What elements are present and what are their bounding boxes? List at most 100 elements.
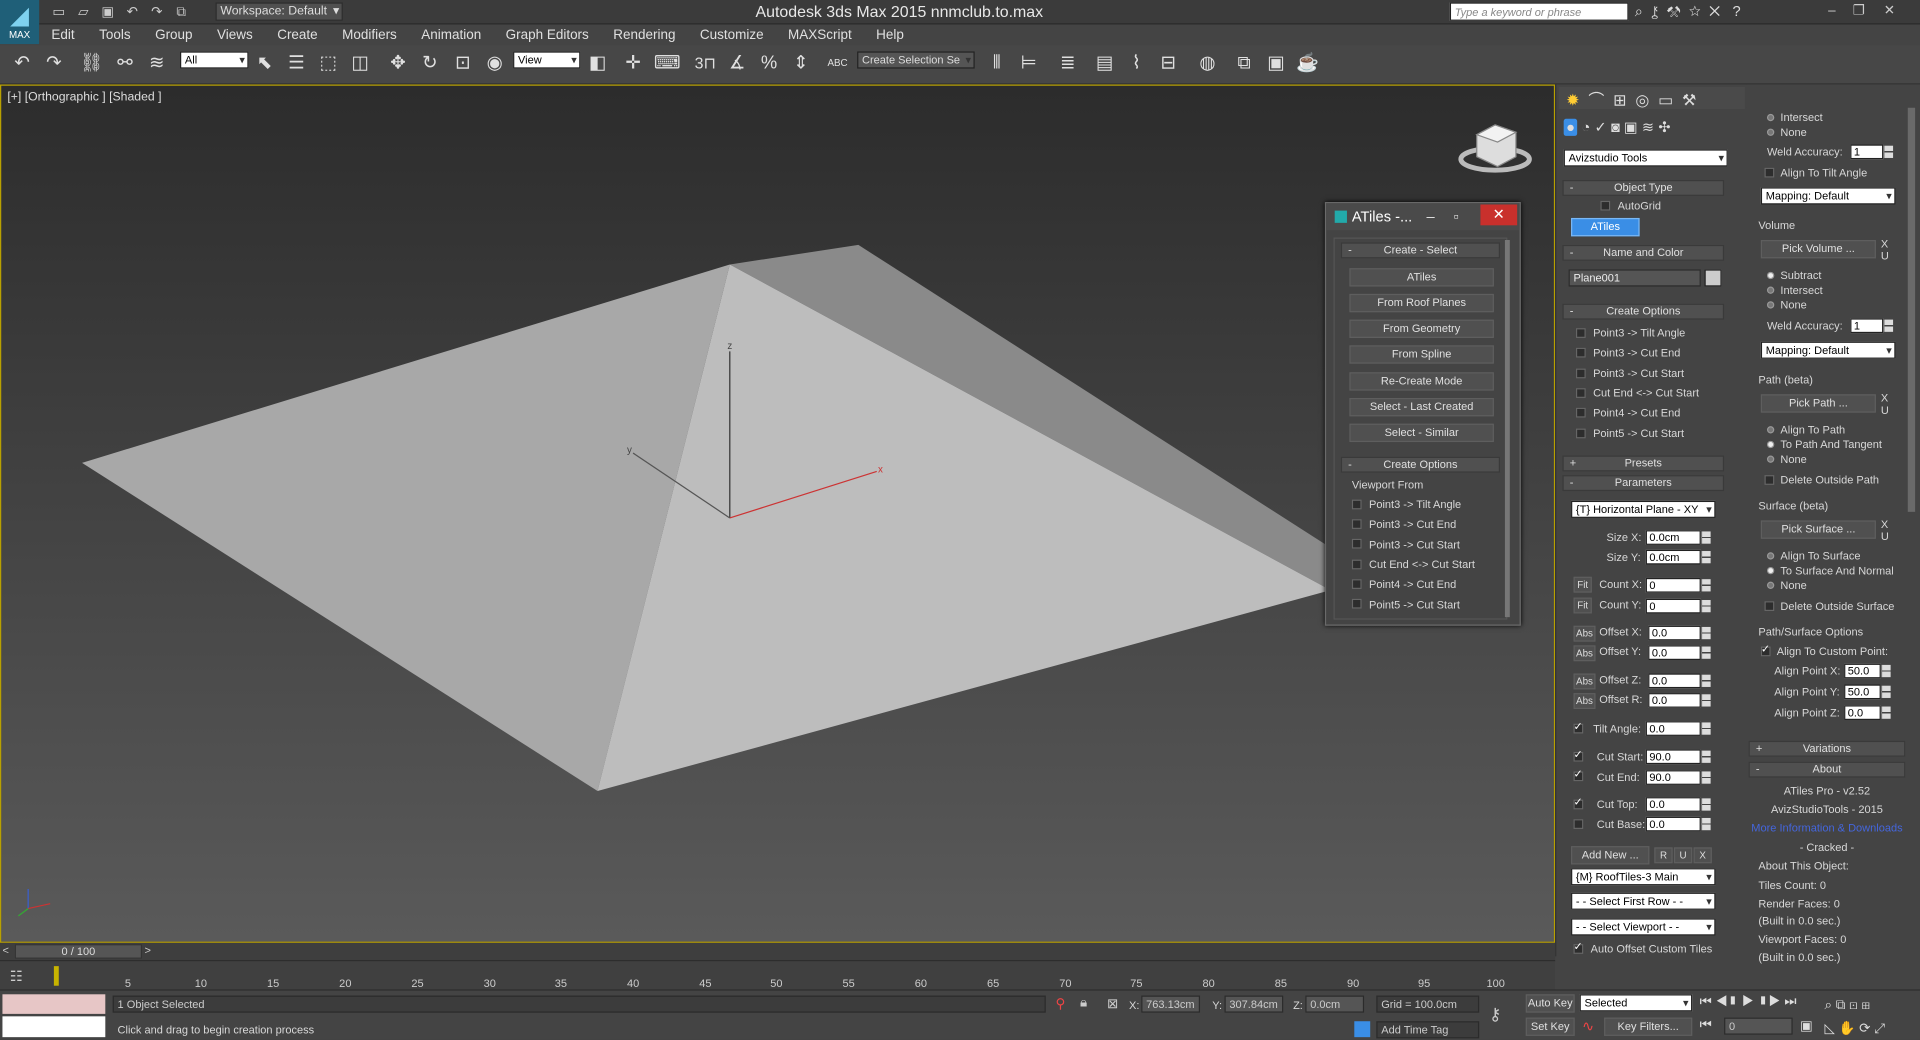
- workspace-dropdown[interactable]: Workspace: Default ▾: [215, 2, 343, 21]
- auto-key-button[interactable]: Auto Key: [1525, 994, 1575, 1013]
- auto-offset-checkbox[interactable]: [1573, 940, 1584, 954]
- default-tangents-icon[interactable]: ∿: [1582, 1018, 1594, 1035]
- opt-checkbox[interactable]: [1351, 579, 1362, 589]
- y-coord-field[interactable]: 307.84cm: [1224, 995, 1284, 1013]
- material-editor-icon[interactable]: ◍: [1195, 51, 1219, 75]
- curve-editor-icon[interactable]: ⌇: [1124, 51, 1148, 75]
- hierarchy-tab-icon[interactable]: ⊞: [1613, 91, 1626, 109]
- tilt-angle-checkbox[interactable]: [1573, 720, 1584, 734]
- add-time-tag-button[interactable]: Add Time Tag: [1376, 1021, 1480, 1039]
- none-radio[interactable]: [1766, 581, 1775, 589]
- menu-maxscript[interactable]: MAXScript: [788, 28, 852, 43]
- go-to-end-icon[interactable]: ⏭: [1784, 994, 1796, 1009]
- x-coord-field[interactable]: 763.13cm: [1141, 995, 1201, 1013]
- offset-y-spinner[interactable]: 0.0: [1648, 645, 1711, 661]
- opt-checkbox[interactable]: [1351, 559, 1362, 570]
- menu-rendering[interactable]: Rendering: [613, 28, 675, 43]
- current-frame-field[interactable]: 0: [1724, 1017, 1793, 1035]
- cut-top-checkbox[interactable]: [1573, 796, 1584, 810]
- panel-scrollbar[interactable]: [1907, 107, 1916, 512]
- time-next-arrow[interactable]: >: [144, 944, 150, 956]
- pick-volume-button[interactable]: Pick Volume ...: [1760, 240, 1876, 259]
- select-last-created-button[interactable]: Select - Last Created: [1349, 397, 1494, 417]
- select-first-row-dropdown[interactable]: - - Select First Row - -: [1571, 892, 1716, 910]
- align-path-radio[interactable]: [1766, 426, 1775, 434]
- current-frame-marker[interactable]: [53, 966, 59, 986]
- cut-start-checkbox[interactable]: [1573, 748, 1584, 762]
- star-icon[interactable]: ☆: [1689, 2, 1701, 19]
- mirror-icon[interactable]: ⫴: [984, 51, 1008, 75]
- rollout-create-options[interactable]: - Create Options: [1340, 456, 1501, 473]
- align-surface-radio[interactable]: [1766, 552, 1775, 560]
- redo-icon[interactable]: ↷: [148, 4, 165, 21]
- align-point-y-spinner[interactable]: 50.0: [1844, 684, 1891, 700]
- rollout-about[interactable]: - About: [1748, 761, 1906, 778]
- cp-option-checkbox[interactable]: [1575, 368, 1586, 379]
- count-y-spinner[interactable]: 0: [1645, 598, 1711, 614]
- graphite-toggle-icon[interactable]: ▤: [1092, 51, 1116, 75]
- dialog-minimize-button[interactable]: –: [1427, 203, 1435, 230]
- isolate-icon[interactable]: ⚲: [1056, 996, 1066, 1012]
- tilt-angle-spinner[interactable]: 0.0: [1645, 721, 1711, 736]
- time-tag-icon[interactable]: [1354, 1021, 1371, 1038]
- preset-u-button[interactable]: U: [1673, 847, 1693, 864]
- select-and-manipulate-icon[interactable]: ✛: [621, 51, 645, 75]
- set-key-icon[interactable]: ⚷: [1489, 1004, 1502, 1025]
- next-frame-icon[interactable]: ▮▶: [1758, 994, 1781, 1009]
- viewcube[interactable]: [1458, 124, 1532, 173]
- cut-base-checkbox[interactable]: [1573, 819, 1584, 829]
- size-x-spinner[interactable]: 0.0cm: [1645, 530, 1711, 545]
- intersect-radio[interactable]: [1766, 286, 1775, 294]
- unlink-icon[interactable]: ⚯: [113, 51, 137, 75]
- menu-animation[interactable]: Animation: [421, 28, 481, 43]
- align-point-x-spinner[interactable]: 50.0: [1844, 663, 1891, 679]
- cp-option-checkbox[interactable]: [1575, 388, 1586, 398]
- exchange-icon[interactable]: ✕: [1709, 2, 1720, 19]
- maxscript-listener-mini[interactable]: [2, 994, 106, 1014]
- viewport-orthographic[interactable]: [+] [Orthographic ] [Shaded ] z x y: [0, 84, 1556, 943]
- mapping-dropdown[interactable]: Mapping: Default: [1760, 341, 1896, 359]
- align-tilt-checkbox[interactable]: [1764, 167, 1775, 178]
- from-spline-button[interactable]: From Spline: [1349, 345, 1494, 364]
- minimize-button[interactable]: –: [1818, 0, 1845, 22]
- zoom-extents-all-icon[interactable]: ⊞: [1862, 998, 1871, 1013]
- scale-icon[interactable]: ⊡: [451, 51, 475, 75]
- percent-snap-icon[interactable]: %: [757, 51, 781, 75]
- play-icon[interactable]: ▶: [1742, 994, 1754, 1009]
- re-create-mode-button[interactable]: Re-Create Mode: [1349, 372, 1494, 391]
- path-x-button[interactable]: X: [1881, 392, 1888, 404]
- time-slider[interactable]: < 0 / 100 >: [0, 942, 1556, 961]
- open-file-icon[interactable]: ▱: [75, 4, 92, 21]
- cut-end-checkbox[interactable]: [1573, 768, 1584, 782]
- close-window-button[interactable]: ✕: [1876, 0, 1903, 22]
- absolute-mode-icon[interactable]: ⊠: [1107, 996, 1118, 1012]
- surface-normal-radio[interactable]: [1766, 566, 1775, 575]
- selection-filter-dropdown[interactable]: All: [180, 51, 249, 69]
- cut-top-spinner[interactable]: 0.0: [1645, 797, 1711, 812]
- wrench-icon[interactable]: ⚒: [1667, 2, 1681, 19]
- project-folder-icon[interactable]: ⧉: [173, 4, 190, 21]
- delete-outside-path-checkbox[interactable]: [1764, 475, 1775, 485]
- atiles-dialog-header[interactable]: ATiles -... – ▫ ✕: [1326, 203, 1520, 231]
- rotate-icon[interactable]: ↻: [418, 51, 442, 75]
- none-radio[interactable]: [1766, 455, 1775, 463]
- orbit-icon[interactable]: ⟳: [1859, 1021, 1870, 1036]
- time-prev-arrow[interactable]: <: [2, 944, 8, 956]
- volume-u-button[interactable]: U: [1881, 250, 1889, 262]
- pick-path-button[interactable]: Pick Path ...: [1760, 394, 1876, 413]
- move-icon[interactable]: ✥: [386, 51, 410, 75]
- select-similar-button[interactable]: Select - Similar: [1349, 423, 1494, 443]
- plane-dropdown[interactable]: {T} Horizontal Plane - XY: [1571, 500, 1716, 518]
- layer-manager-icon[interactable]: ≣: [1056, 51, 1080, 75]
- cp-option-checkbox[interactable]: [1575, 428, 1586, 439]
- cameras-icon[interactable]: ◙: [1611, 119, 1620, 136]
- preset-main-dropdown[interactable]: {M} RoofTiles-3 Main: [1571, 868, 1716, 886]
- path-tangent-radio[interactable]: [1766, 440, 1775, 449]
- opt-checkbox[interactable]: [1351, 499, 1362, 510]
- volume-x-button[interactable]: X: [1881, 238, 1888, 250]
- rollout-variations[interactable]: + Variations: [1748, 740, 1906, 757]
- select-viewport-dropdown[interactable]: - - Select Viewport - -: [1571, 918, 1716, 936]
- restore-button[interactable]: ❐: [1845, 0, 1872, 22]
- object-color-swatch[interactable]: [1704, 269, 1722, 287]
- menu-graph-editors[interactable]: Graph Editors: [506, 28, 589, 43]
